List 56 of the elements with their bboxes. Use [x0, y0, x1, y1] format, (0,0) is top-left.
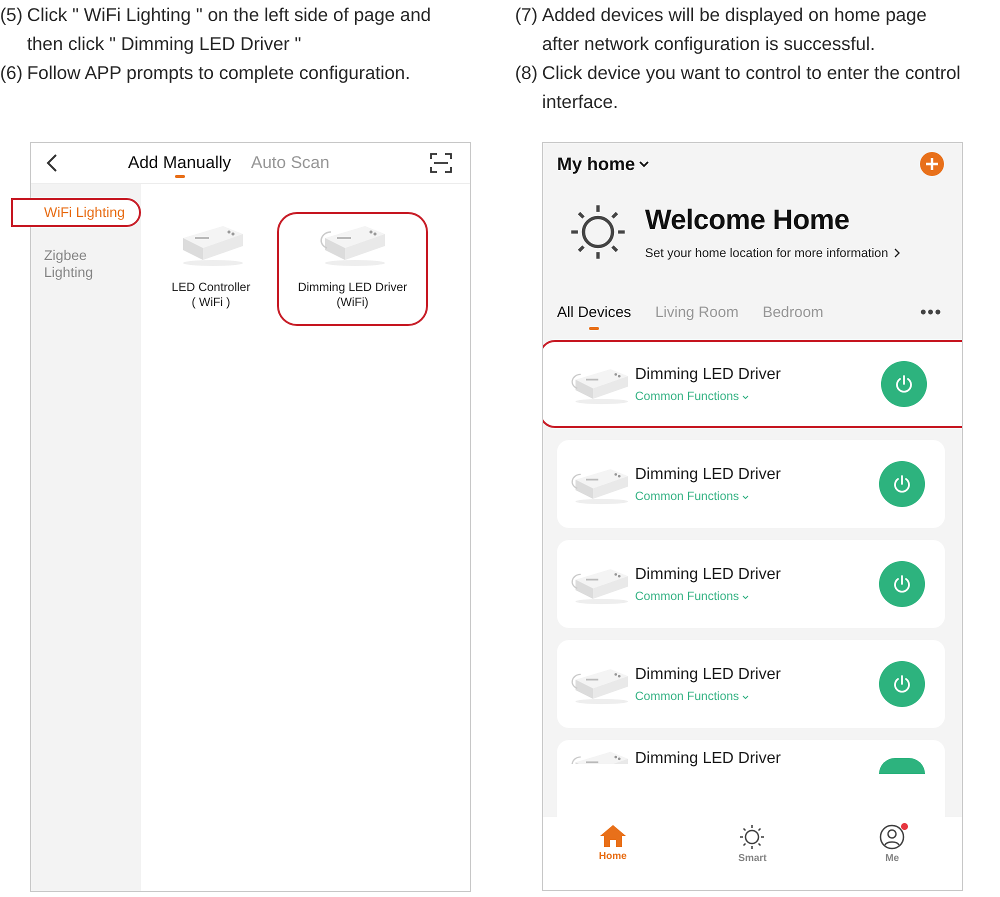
- chevron-down-icon: [742, 394, 750, 400]
- home-selector[interactable]: My home: [557, 154, 650, 174]
- device-card[interactable]: Dimming LED Driver Common Functions: [557, 440, 945, 528]
- device-name: Dimming LED Driver: [635, 366, 782, 384]
- nav-item[interactable]: Smart: [722, 823, 782, 890]
- product-name: LED Controller ( WiFi ): [172, 280, 250, 310]
- power-button[interactable]: [881, 361, 927, 407]
- power-button[interactable]: [879, 661, 925, 707]
- device-name: Dimming LED Driver: [635, 566, 782, 584]
- step-number: (5): [0, 3, 24, 27]
- device-name: Dimming LED Driver: [635, 750, 782, 768]
- nav-item[interactable]: Me: [862, 823, 922, 890]
- power-icon: [892, 574, 912, 594]
- power-button[interactable]: [879, 461, 925, 507]
- chevron-down-icon: [742, 694, 750, 700]
- power-icon: [892, 674, 912, 694]
- step-number: (6): [0, 61, 24, 85]
- device-card[interactable]: Dimming LED Driver: [557, 740, 945, 817]
- step-number: (7): [515, 3, 539, 27]
- power-icon: [894, 374, 914, 394]
- device-name: Dimming LED Driver: [635, 666, 782, 684]
- more-button[interactable]: •••: [920, 302, 942, 322]
- home-icon: [598, 824, 627, 848]
- product-name: Dimming LED Driver (WiFi): [298, 280, 408, 310]
- chevron-down-icon: [742, 494, 750, 500]
- step-text: after network configuration is successful.: [542, 32, 876, 56]
- step-text: Click device you want to control to enter the control: [542, 61, 961, 85]
- profile-icon: [879, 824, 906, 850]
- add-button[interactable]: [920, 152, 944, 176]
- product-tile[interactable]: Dimming LED Driver (WiFi): [277, 212, 428, 326]
- chevron-down-icon: [639, 160, 650, 168]
- step-number: (8): [515, 61, 539, 85]
- room-tab[interactable]: All Devices: [557, 299, 632, 333]
- back-icon[interactable]: [46, 153, 58, 173]
- device-card[interactable]: Dimming LED Driver Common Functions: [557, 640, 945, 728]
- sun-icon: [739, 824, 766, 850]
- welcome-title: Welcome Home: [645, 204, 850, 236]
- scan-icon[interactable]: [430, 153, 452, 173]
- device-card[interactable]: Dimming LED Driver Common Functions: [557, 540, 945, 628]
- sun-icon: [569, 203, 627, 261]
- product-tile[interactable]: LED Controller ( WiFi ): [153, 212, 269, 326]
- step-text: interface.: [542, 90, 620, 114]
- power-button[interactable]: [879, 561, 925, 607]
- device-name: Dimming LED Driver: [635, 466, 782, 484]
- device-card[interactable]: Dimming LED Driver Common Functions: [543, 340, 962, 428]
- location-link[interactable]: Set your home location for more information: [645, 246, 900, 260]
- step-text: Added devices will be displayed on home page: [542, 3, 927, 27]
- plus-icon: [925, 157, 939, 171]
- step-text: Follow APP prompts to complete configuration.: [27, 61, 410, 85]
- power-button[interactable]: [879, 758, 925, 774]
- chevron-down-icon: [742, 594, 750, 600]
- tab[interactable]: Add Manually: [128, 143, 232, 183]
- chevron-right-icon: [894, 248, 900, 258]
- power-icon: [892, 474, 912, 494]
- step-text: Click " WiFi Lighting " on the left side of page and: [27, 3, 431, 27]
- step-text: then click " Dimming LED Driver ": [27, 32, 302, 56]
